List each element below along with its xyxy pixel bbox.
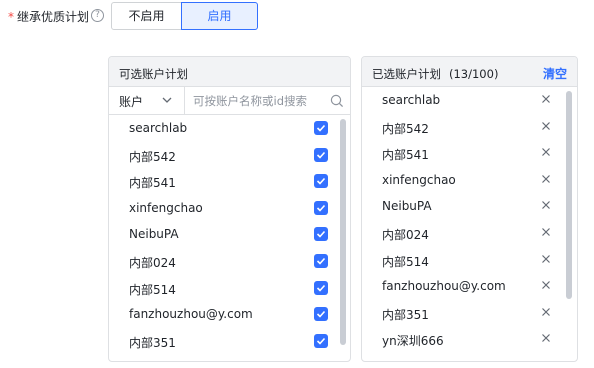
selected-scrollbar[interactable] [566,91,572,299]
available-plans-panel: 可选账户计划 账户 searchlab 内部542 内部541 xinfengchao… [108,56,351,362]
list-item: 内部541 [362,140,577,167]
search-input[interactable] [193,91,323,110]
list-item-label: searchlab [129,121,188,135]
list-item[interactable]: searchlab [109,115,350,142]
checkmark-icon [316,257,326,265]
list-item-label: 内部542 [129,149,176,164]
close-icon[interactable] [540,279,552,291]
close-icon[interactable] [540,226,552,238]
checkmark-icon [316,311,326,318]
list-item-label: NeibuPA [382,199,432,214]
selected-plans-panel: 已选账户计划 (13/100) 清空 searchlab 内部542 内部541 xin… [361,56,578,362]
checkmark-icon [316,337,326,345]
list-item: xinfengchao [362,167,577,194]
selected-panel-title-text: 已选账户计划 [372,67,441,81]
list-item-label: 内部351 [382,307,429,322]
required-mark: * [8,10,14,24]
list-item: 内部024 [362,220,577,247]
checkbox[interactable] [314,174,328,189]
filter-row: 账户 [109,87,350,115]
close-icon[interactable] [540,93,552,105]
list-item-label: 内部351 [129,335,176,350]
list-item-label: NeibuPA [129,227,179,242]
close-icon[interactable] [540,146,552,158]
list-item-label: 内部541 [382,148,429,163]
list-item[interactable]: fanzhouzhou@y.com [109,301,350,328]
inherit-plan-label: * 继承优质计划 [8,8,89,25]
list-item: NeibuPA [362,193,577,220]
search-icon[interactable] [330,94,344,108]
list-item: 内部514 [362,247,577,274]
checkmark-icon [316,284,326,292]
question-circle-icon[interactable]: ? [91,9,104,22]
checkbox[interactable] [314,121,328,135]
list-item[interactable]: 内部351 [109,328,350,355]
selected-count: (13/100) [449,67,499,81]
checkmark-icon [316,178,326,185]
list-item-label: 内部024 [382,227,429,242]
selected-panel-title: 已选账户计划 (13/100) [372,66,498,82]
list-item-label: xinfengchao [382,172,456,187]
clear-button[interactable]: 清空 [543,65,567,82]
filter-type-select[interactable]: 账户 [109,87,185,114]
checkbox[interactable] [314,200,328,215]
checkbox[interactable] [314,147,328,162]
list-item-label: 内部541 [129,176,176,191]
list-item-label: 内部024 [129,255,176,270]
list-item-label: fanzhouzhou@y.com [129,307,253,322]
inherit-plan-row: * 继承优质计划 ? 不启用 启用 [0,0,594,32]
available-panel-title: 可选账户计划 [119,67,188,81]
checkbox[interactable] [314,253,328,268]
list-item[interactable]: NeibuPA [109,221,350,248]
list-item: 内部351 [362,300,577,327]
list-item-label: searchlab [382,93,441,107]
disable-option-button[interactable]: 不启用 [111,2,182,30]
close-icon[interactable] [540,306,552,318]
list-item-label: yn深圳666 [382,334,444,349]
checkmark-icon [316,151,326,159]
list-item: yn深圳666 [362,326,577,353]
checkbox[interactable] [314,227,328,242]
list-item-label: fanzhouzhou@y.com [382,279,506,294]
close-icon[interactable] [540,120,552,132]
list-item-label: xinfengchao [129,200,203,215]
list-item: fanzhouzhou@y.com [362,273,577,300]
close-icon[interactable] [540,332,552,344]
close-icon[interactable] [540,173,552,185]
selected-panel-header: 已选账户计划 (13/100) 清空 [362,57,577,87]
filter-type-value: 账户 [119,95,144,109]
available-scrollbar[interactable] [340,119,346,345]
list-item[interactable]: 内部542 [109,142,350,169]
list-item-label: 内部514 [129,282,176,297]
checkmark-icon [316,204,326,212]
checkbox[interactable] [314,333,328,348]
checkbox[interactable] [314,280,328,295]
checkmark-icon [316,231,326,239]
enable-option-button[interactable]: 启用 [181,2,258,30]
list-item-label: 内部542 [382,121,429,136]
checkmark-icon [316,124,326,132]
list-item[interactable]: 内部024 [109,248,350,275]
selected-list: searchlab 内部542 内部541 xinfengchao NeibuPA 内部0… [362,87,577,353]
list-item: searchlab [362,87,577,114]
inherit-plan-label-text: 继承优质计划 [17,10,90,24]
checkbox[interactable] [314,307,328,322]
list-item[interactable]: 内部514 [109,275,350,302]
chevron-down-icon [162,97,172,103]
close-icon[interactable] [540,199,552,211]
list-item: 内部542 [362,114,577,141]
list-item[interactable]: xinfengchao [109,195,350,222]
available-list: searchlab 内部542 内部541 xinfengchao NeibuPA 内部0… [109,115,350,354]
available-panel-header: 可选账户计划 [109,57,350,87]
close-icon[interactable] [540,253,552,265]
list-item[interactable]: 内部541 [109,168,350,195]
list-item-label: 内部514 [382,254,429,269]
